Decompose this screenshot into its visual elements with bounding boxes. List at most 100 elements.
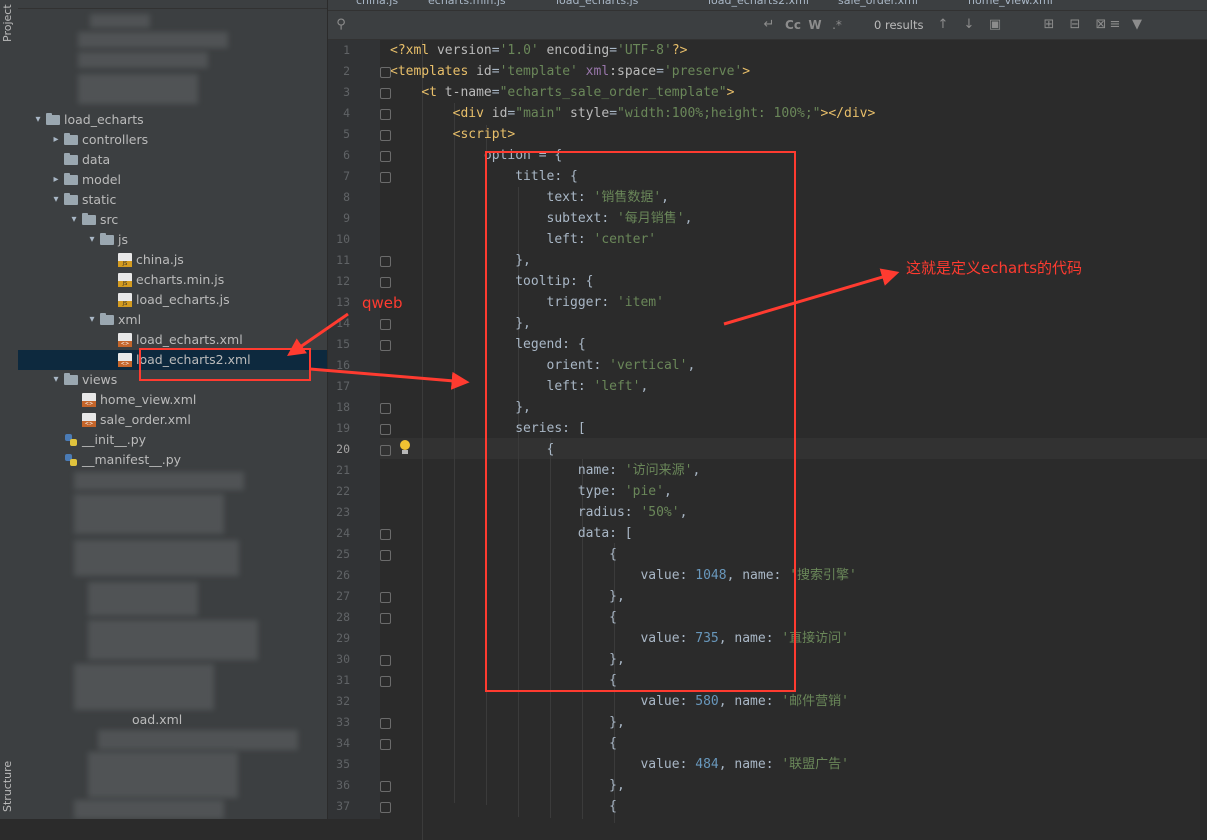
filter-settings-icon[interactable]: ≡ (1106, 15, 1124, 35)
chevron-right-icon[interactable] (68, 410, 80, 430)
tree-item[interactable]: load_echarts.js (18, 290, 327, 310)
tree-item[interactable]: ▸ controllers (18, 130, 327, 150)
line-number: 6 (343, 148, 350, 162)
fold-marker-icon[interactable] (380, 277, 391, 288)
code-line: { (390, 670, 617, 691)
previous-occurrence-icon[interactable]: ↑ (934, 15, 952, 35)
remove-selection-icon[interactable]: ⊟ (1066, 15, 1084, 35)
editor-tab[interactable]: home_view.xml (968, 0, 1053, 10)
code-token: = (491, 64, 500, 79)
code-token: = (656, 64, 664, 79)
next-occurrence-icon[interactable]: ↓ (960, 15, 978, 35)
line-number: 16 (336, 358, 350, 372)
fold-marker-icon[interactable] (380, 655, 391, 666)
structure-tool-tab[interactable]: Structure (1, 742, 14, 812)
code-token: { (390, 736, 617, 751)
fold-marker-icon[interactable] (380, 67, 391, 78)
code-line: }, (390, 775, 625, 796)
whole-words-toggle[interactable]: W (806, 15, 824, 35)
tree-item[interactable]: ▾ js (18, 230, 327, 250)
code-line: value: 580, name: '邮件营销' (390, 691, 849, 712)
fold-marker-icon[interactable] (380, 151, 391, 162)
add-selection-icon[interactable]: ⊞ (1040, 15, 1058, 35)
tree-item[interactable]: ▾ src (18, 210, 327, 230)
tree-item[interactable]: ▾ static (18, 190, 327, 210)
chevron-down-icon[interactable]: ▾ (32, 110, 44, 130)
chevron-right-icon[interactable]: ▸ (50, 130, 62, 150)
tree-item[interactable]: ▸ model (18, 170, 327, 190)
history-icon[interactable]: ↵ (760, 15, 778, 35)
regex-toggle[interactable]: .* (828, 15, 846, 35)
chevron-down-icon[interactable]: ▾ (86, 310, 98, 330)
fold-marker-icon[interactable] (380, 718, 391, 729)
line-number: 29 (336, 631, 350, 645)
chevron-right-icon[interactable] (68, 390, 80, 410)
match-case-toggle[interactable]: Cc (784, 15, 802, 35)
editor-tab[interactable]: sale_order.xml (838, 0, 918, 10)
code-token: { (390, 799, 617, 814)
code-token: data: [ (390, 526, 633, 541)
tree-item[interactable]: china.js (18, 250, 327, 270)
tree-item[interactable]: home_view.xml (18, 390, 327, 410)
lightbulb-icon[interactable] (398, 440, 412, 456)
fold-marker-icon[interactable] (380, 319, 391, 330)
fold-marker-icon[interactable] (380, 529, 391, 540)
tree-item[interactable]: data (18, 150, 327, 170)
fold-marker-icon[interactable] (380, 256, 391, 267)
fold-marker-icon[interactable] (380, 802, 391, 813)
chevron-down-icon[interactable]: ▾ (50, 370, 62, 390)
chevron-right-icon[interactable] (104, 250, 116, 270)
fold-marker-icon[interactable] (380, 592, 391, 603)
tree-item[interactable]: ▾ xml (18, 310, 327, 330)
fold-marker-icon[interactable] (380, 403, 391, 414)
select-all-occurrences-icon[interactable]: ▣ (986, 15, 1004, 35)
tree-item[interactable]: echarts.min.js (18, 270, 327, 290)
editor-tab[interactable]: load_echarts.js (556, 0, 638, 10)
fold-marker-icon[interactable] (380, 550, 391, 561)
chevron-down-icon[interactable]: ▾ (86, 230, 98, 250)
chevron-down-icon[interactable]: ▾ (50, 190, 62, 210)
tree-item[interactable]: load_echarts2.xml (18, 350, 327, 370)
tree-item[interactable]: sale_order.xml (18, 410, 327, 430)
tree-item[interactable]: __init__.py (18, 430, 327, 450)
fold-marker-icon[interactable] (380, 781, 391, 792)
code-line: name: '访问来源', (390, 460, 700, 481)
editor-tab[interactable]: china.js (356, 0, 398, 10)
fold-marker-icon[interactable] (380, 445, 391, 456)
tree-item[interactable]: load_echarts.xml (18, 330, 327, 350)
filter-icon[interactable]: ▼ (1128, 15, 1146, 35)
editor-tab[interactable]: load_echarts2.xml (708, 0, 809, 10)
chevron-right-icon[interactable] (104, 290, 116, 310)
find-results-count: 0 results (874, 18, 924, 32)
chevron-right-icon[interactable] (104, 270, 116, 290)
fold-marker-icon[interactable] (380, 424, 391, 435)
code-token: '联盟广告' (781, 757, 850, 772)
fold-marker-icon[interactable] (380, 340, 391, 351)
chevron-right-icon[interactable] (50, 150, 62, 170)
fold-marker-icon[interactable] (380, 172, 391, 183)
fold-marker-icon[interactable] (380, 130, 391, 141)
fold-marker-icon[interactable] (380, 88, 391, 99)
folder-icon (64, 373, 78, 385)
chevron-right-icon[interactable] (104, 330, 116, 350)
chevron-right-icon[interactable]: ▸ (50, 170, 62, 190)
tree-item-partial[interactable]: oad.xml (18, 710, 327, 730)
tree-item[interactable]: __manifest__.py (18, 450, 327, 470)
code-line: legend: { (390, 334, 585, 355)
line-number: 20 (336, 442, 350, 456)
code-token: , name: (726, 568, 790, 583)
editor-tab[interactable]: echarts.min.js (428, 0, 506, 10)
find-input[interactable] (356, 15, 756, 35)
chevron-right-icon[interactable] (50, 450, 62, 470)
chevron-right-icon[interactable] (104, 350, 116, 370)
fold-marker-icon[interactable] (380, 739, 391, 750)
chevron-down-icon[interactable]: ▾ (68, 210, 80, 230)
fold-marker-icon[interactable] (380, 109, 391, 120)
tree-item[interactable]: ▾ load_echarts (18, 110, 327, 130)
fold-marker-icon[interactable] (380, 676, 391, 687)
chevron-right-icon[interactable] (50, 430, 62, 450)
fold-marker-icon[interactable] (380, 613, 391, 624)
search-icon[interactable]: ⚲ (332, 15, 350, 35)
project-tool-tab[interactable]: Project (1, 2, 14, 42)
tree-item[interactable]: ▾ views (18, 370, 327, 390)
